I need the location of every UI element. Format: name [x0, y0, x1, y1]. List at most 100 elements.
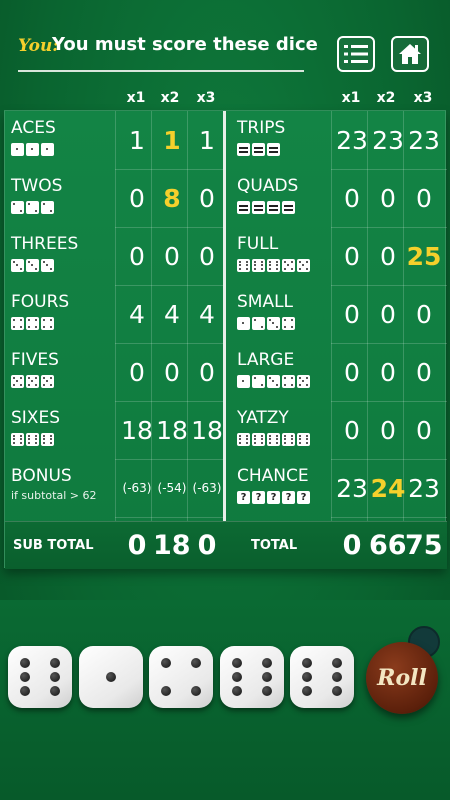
- question-die-icon: ?: [297, 491, 310, 504]
- pip: [176, 686, 186, 696]
- category-dice-icons: [237, 433, 310, 446]
- pip: [49, 686, 60, 696]
- pip: [49, 658, 60, 668]
- score-cell-x2[interactable]: 23: [370, 111, 406, 169]
- category-name: FULL: [237, 234, 279, 254]
- category-row-yatzy: YATZY 0 0 0: [5, 401, 447, 459]
- col-header-left-x2: x2: [160, 90, 180, 106]
- die-face-4-icon: [282, 375, 295, 388]
- pip: [20, 686, 31, 696]
- die-face-6-icon: [282, 433, 295, 446]
- equal-die-icon: [237, 143, 250, 156]
- roll-button[interactable]: Roll: [366, 642, 438, 714]
- score-cell-x3[interactable]: 25: [406, 227, 442, 285]
- die-face-6-icon: [252, 259, 265, 272]
- score-cell-x1[interactable]: 0: [334, 401, 370, 459]
- pip: [317, 658, 327, 668]
- col-header-left-x1: x1: [126, 90, 146, 106]
- die-face-3-icon: [267, 317, 280, 330]
- pip: [91, 658, 101, 668]
- score-cell-x3[interactable]: 0: [406, 285, 442, 343]
- die-4-face-6[interactable]: [220, 646, 284, 708]
- pip: [35, 658, 45, 668]
- die-face-5-icon: [297, 259, 310, 272]
- question-die-icon: ?: [237, 491, 250, 504]
- score-cell-x2[interactable]: 0: [370, 169, 406, 227]
- pip: [247, 686, 257, 696]
- category-dice-icons: ?????: [237, 491, 310, 504]
- col-header-left-x3: x3: [196, 90, 216, 106]
- score-cell-x3[interactable]: 23: [406, 111, 442, 169]
- pip: [302, 672, 313, 682]
- category-row-full: FULL 0 0 25: [5, 227, 447, 285]
- score-cell-x1[interactable]: 0: [334, 285, 370, 343]
- score-cell-x1[interactable]: 0: [334, 227, 370, 285]
- pip: [317, 672, 327, 682]
- die-face-1-icon: [237, 375, 250, 388]
- score-cell-x1[interactable]: 23: [334, 111, 370, 169]
- equal-die-icon: [252, 201, 265, 214]
- die-face-6-icon: [297, 433, 310, 446]
- pip: [331, 672, 342, 682]
- score-cell-x2[interactable]: 0: [370, 401, 406, 459]
- pip: [302, 686, 313, 696]
- equal-die-icon: [267, 201, 280, 214]
- pip: [105, 672, 116, 682]
- pip: [91, 686, 101, 696]
- score-cell-x3[interactable]: 0: [406, 169, 442, 227]
- turn-message: You must score these dice: [52, 34, 318, 55]
- score-board: ACES 1 1 1 TWOS 0 8 0 THREES 0 0 0 FOURS 4 4 4 FIVES 0 0 0 S…: [4, 110, 447, 569]
- category-dice-icons: [237, 375, 310, 388]
- home-button[interactable]: [391, 36, 429, 72]
- pip: [247, 658, 257, 668]
- die-3-face-4[interactable]: [149, 646, 213, 708]
- score-cell-x2[interactable]: 0: [370, 227, 406, 285]
- die-face-1-icon: [237, 317, 250, 330]
- pip: [247, 672, 257, 682]
- pip: [49, 672, 60, 682]
- category-dice-icons: [237, 259, 310, 272]
- category-name: CHANCE: [237, 466, 309, 486]
- equal-die-icon: [282, 201, 295, 214]
- pip: [261, 686, 272, 696]
- category-row-chance: CHANCE????? 23 24 23: [5, 459, 447, 517]
- pip: [331, 658, 342, 668]
- roll-label: Roll: [377, 665, 427, 691]
- score-cell-x3[interactable]: 23: [406, 459, 442, 517]
- category-row-small: SMALL 0 0 0: [5, 285, 447, 343]
- die-1-face-6[interactable]: [8, 646, 72, 708]
- question-die-icon: ?: [267, 491, 280, 504]
- menu-button[interactable]: [337, 36, 375, 72]
- die-face-6-icon: [252, 433, 265, 446]
- die-2-face-1[interactable]: [79, 646, 143, 708]
- question-die-icon: ?: [282, 491, 295, 504]
- equal-die-icon: [252, 143, 265, 156]
- pip: [317, 686, 327, 696]
- pip: [232, 686, 243, 696]
- totals-row: SUB TOTAL 0 18 0 TOTAL 0 66 75: [5, 521, 447, 569]
- category-name: LARGE: [237, 350, 295, 370]
- col-header-right-x3: x3: [413, 90, 433, 106]
- pip: [121, 686, 131, 696]
- die-face-2-icon: [252, 317, 265, 330]
- score-cell-x1[interactable]: 0: [334, 169, 370, 227]
- score-cell-x3[interactable]: 0: [406, 401, 442, 459]
- score-cell-x1[interactable]: 0: [334, 343, 370, 401]
- pip: [176, 672, 186, 682]
- pip: [35, 672, 45, 682]
- pip: [161, 672, 171, 682]
- score-cell-x2[interactable]: 0: [370, 343, 406, 401]
- col-header-right-x1: x1: [341, 90, 361, 106]
- score-cell-x3[interactable]: 0: [406, 343, 442, 401]
- category-name: TRIPS: [237, 118, 286, 138]
- score-cell-x1[interactable]: 23: [334, 459, 370, 517]
- category-row-trips: TRIPS 23 23 23: [5, 111, 447, 169]
- pip: [261, 658, 272, 668]
- die-face-6-icon: [237, 433, 250, 446]
- board-divider: [223, 111, 226, 569]
- pip: [190, 658, 201, 668]
- score-cell-x2[interactable]: 0: [370, 285, 406, 343]
- die-5-face-6[interactable]: [290, 646, 354, 708]
- score-cell-x2[interactable]: 24: [370, 459, 406, 517]
- pip: [261, 672, 272, 682]
